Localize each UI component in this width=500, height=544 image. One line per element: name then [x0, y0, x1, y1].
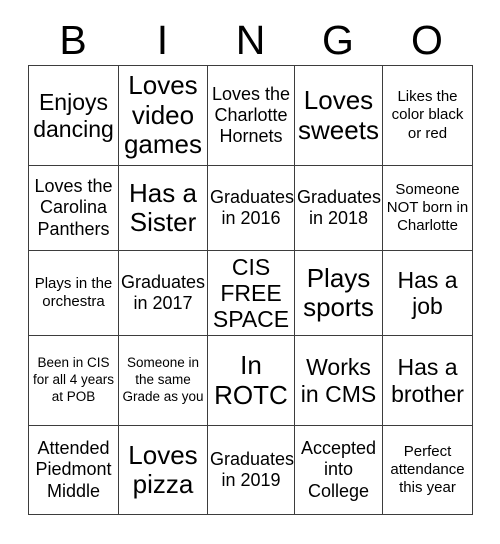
header-letter-i: I — [156, 16, 169, 63]
bingo-cell-text: Loves the Carolina Panthers — [34, 176, 113, 239]
bingo-cell-i2[interactable]: Has a Sister — [118, 165, 208, 251]
bingo-cell-g3[interactable]: Plays sports — [294, 250, 383, 336]
bingo-cell-text: Enjoys dancing — [33, 89, 114, 142]
bingo-cell-b4[interactable]: Been in CIS for all 4 years at POB — [28, 335, 119, 426]
bingo-cell-n5[interactable]: Graduates in 2019 — [207, 425, 295, 515]
bingo-cell-g2[interactable]: Graduates in 2018 — [294, 165, 383, 251]
bingo-row: Been in CIS for all 4 years at POB Someo… — [28, 335, 473, 426]
bingo-cell-n2[interactable]: Graduates in 2016 — [207, 165, 295, 251]
bingo-cell-text: Has a brother — [391, 354, 464, 407]
bingo-cell-text: Graduates in 2016 — [210, 186, 295, 228]
bingo-cell-g1[interactable]: Loves sweets — [294, 65, 383, 166]
bingo-cell-text: Graduates in 2017 — [121, 271, 206, 313]
bingo-cell-text: Plays sports — [303, 262, 374, 322]
bingo-cell-text: Has a job — [397, 266, 458, 319]
bingo-cell-text: Loves sweets — [298, 85, 379, 145]
bingo-cell-b2[interactable]: Loves the Carolina Panthers — [28, 165, 119, 251]
bingo-cell-o1[interactable]: Likes the color black or red — [382, 65, 473, 166]
bingo-cell-text: Works in CMS — [300, 354, 377, 407]
header-letter-g: G — [322, 16, 354, 63]
bingo-cell-text: Likes the color black or red — [391, 88, 464, 142]
bingo-cell-text: Loves the Charlotte Hornets — [211, 83, 291, 147]
bingo-grid: Enjoys dancing Loves video games Loves t… — [28, 65, 473, 515]
bingo-row: Loves the Carolina Panthers Has a Sister… — [28, 165, 473, 251]
bingo-cell-text: Graduates in 2018 — [297, 186, 382, 228]
bingo-cell-o4[interactable]: Has a brother — [382, 335, 473, 426]
bingo-cell-text: CIS FREE SPACE — [212, 253, 290, 333]
bingo-cell-b5[interactable]: Attended Piedmont Middle — [28, 425, 119, 515]
bingo-cell-text: Graduates in 2019 — [210, 448, 295, 490]
bingo-cell-i3[interactable]: Graduates in 2017 — [118, 250, 208, 336]
bingo-cell-i5[interactable]: Loves pizza — [118, 425, 208, 515]
bingo-cell-o5[interactable]: Perfect attendance this year — [382, 425, 473, 515]
bingo-cell-b1[interactable]: Enjoys dancing — [28, 65, 119, 166]
bingo-cell-o3[interactable]: Has a job — [382, 250, 473, 336]
bingo-cell-b3[interactable]: Plays in the orchestra — [28, 250, 119, 336]
bingo-cell-text: Loves video games — [123, 70, 203, 160]
bingo-cell-text: Perfect attendance this year — [390, 442, 465, 497]
bingo-cell-text: Plays in the orchestra — [34, 274, 113, 310]
bingo-header: B I N G O — [28, 16, 472, 64]
bingo-cell-text: Loves pizza — [128, 439, 198, 499]
bingo-cell-i1[interactable]: Loves video games — [118, 65, 208, 166]
header-letter-o: O — [411, 16, 443, 63]
bingo-cell-text: In ROTC — [214, 350, 288, 410]
bingo-cell-g5[interactable]: Accepted into College — [294, 425, 383, 515]
bingo-cell-n4[interactable]: In ROTC — [207, 335, 295, 426]
bingo-row: Enjoys dancing Loves video games Loves t… — [28, 65, 473, 166]
bingo-cell-g4[interactable]: Works in CMS — [294, 335, 383, 426]
bingo-cell-text: Accepted into College — [300, 438, 377, 501]
bingo-card: B I N G O Enjoys dancing Loves video gam… — [0, 0, 500, 544]
bingo-cell-text: Attended Piedmont Middle — [35, 438, 112, 501]
header-letter-b: B — [59, 16, 87, 63]
bingo-cell-text: Has a Sister — [129, 177, 197, 237]
bingo-cell-free-space[interactable]: CIS FREE SPACE — [207, 250, 295, 336]
bingo-cell-i4[interactable]: Someone in the same Grade as you — [118, 335, 208, 426]
bingo-row: Attended Piedmont Middle Loves pizza Gra… — [28, 425, 473, 515]
bingo-cell-o2[interactable]: Someone NOT born in Charlotte — [382, 165, 473, 251]
bingo-cell-text: Someone NOT born in Charlotte — [386, 180, 469, 235]
header-letter-n: N — [235, 16, 266, 63]
bingo-row: Plays in the orchestra Graduates in 2017… — [28, 250, 473, 336]
bingo-cell-text: Been in CIS for all 4 years at POB — [32, 355, 115, 404]
bingo-cell-n1[interactable]: Loves the Charlotte Hornets — [207, 65, 295, 166]
bingo-cell-text: Someone in the same Grade as you — [122, 355, 204, 404]
